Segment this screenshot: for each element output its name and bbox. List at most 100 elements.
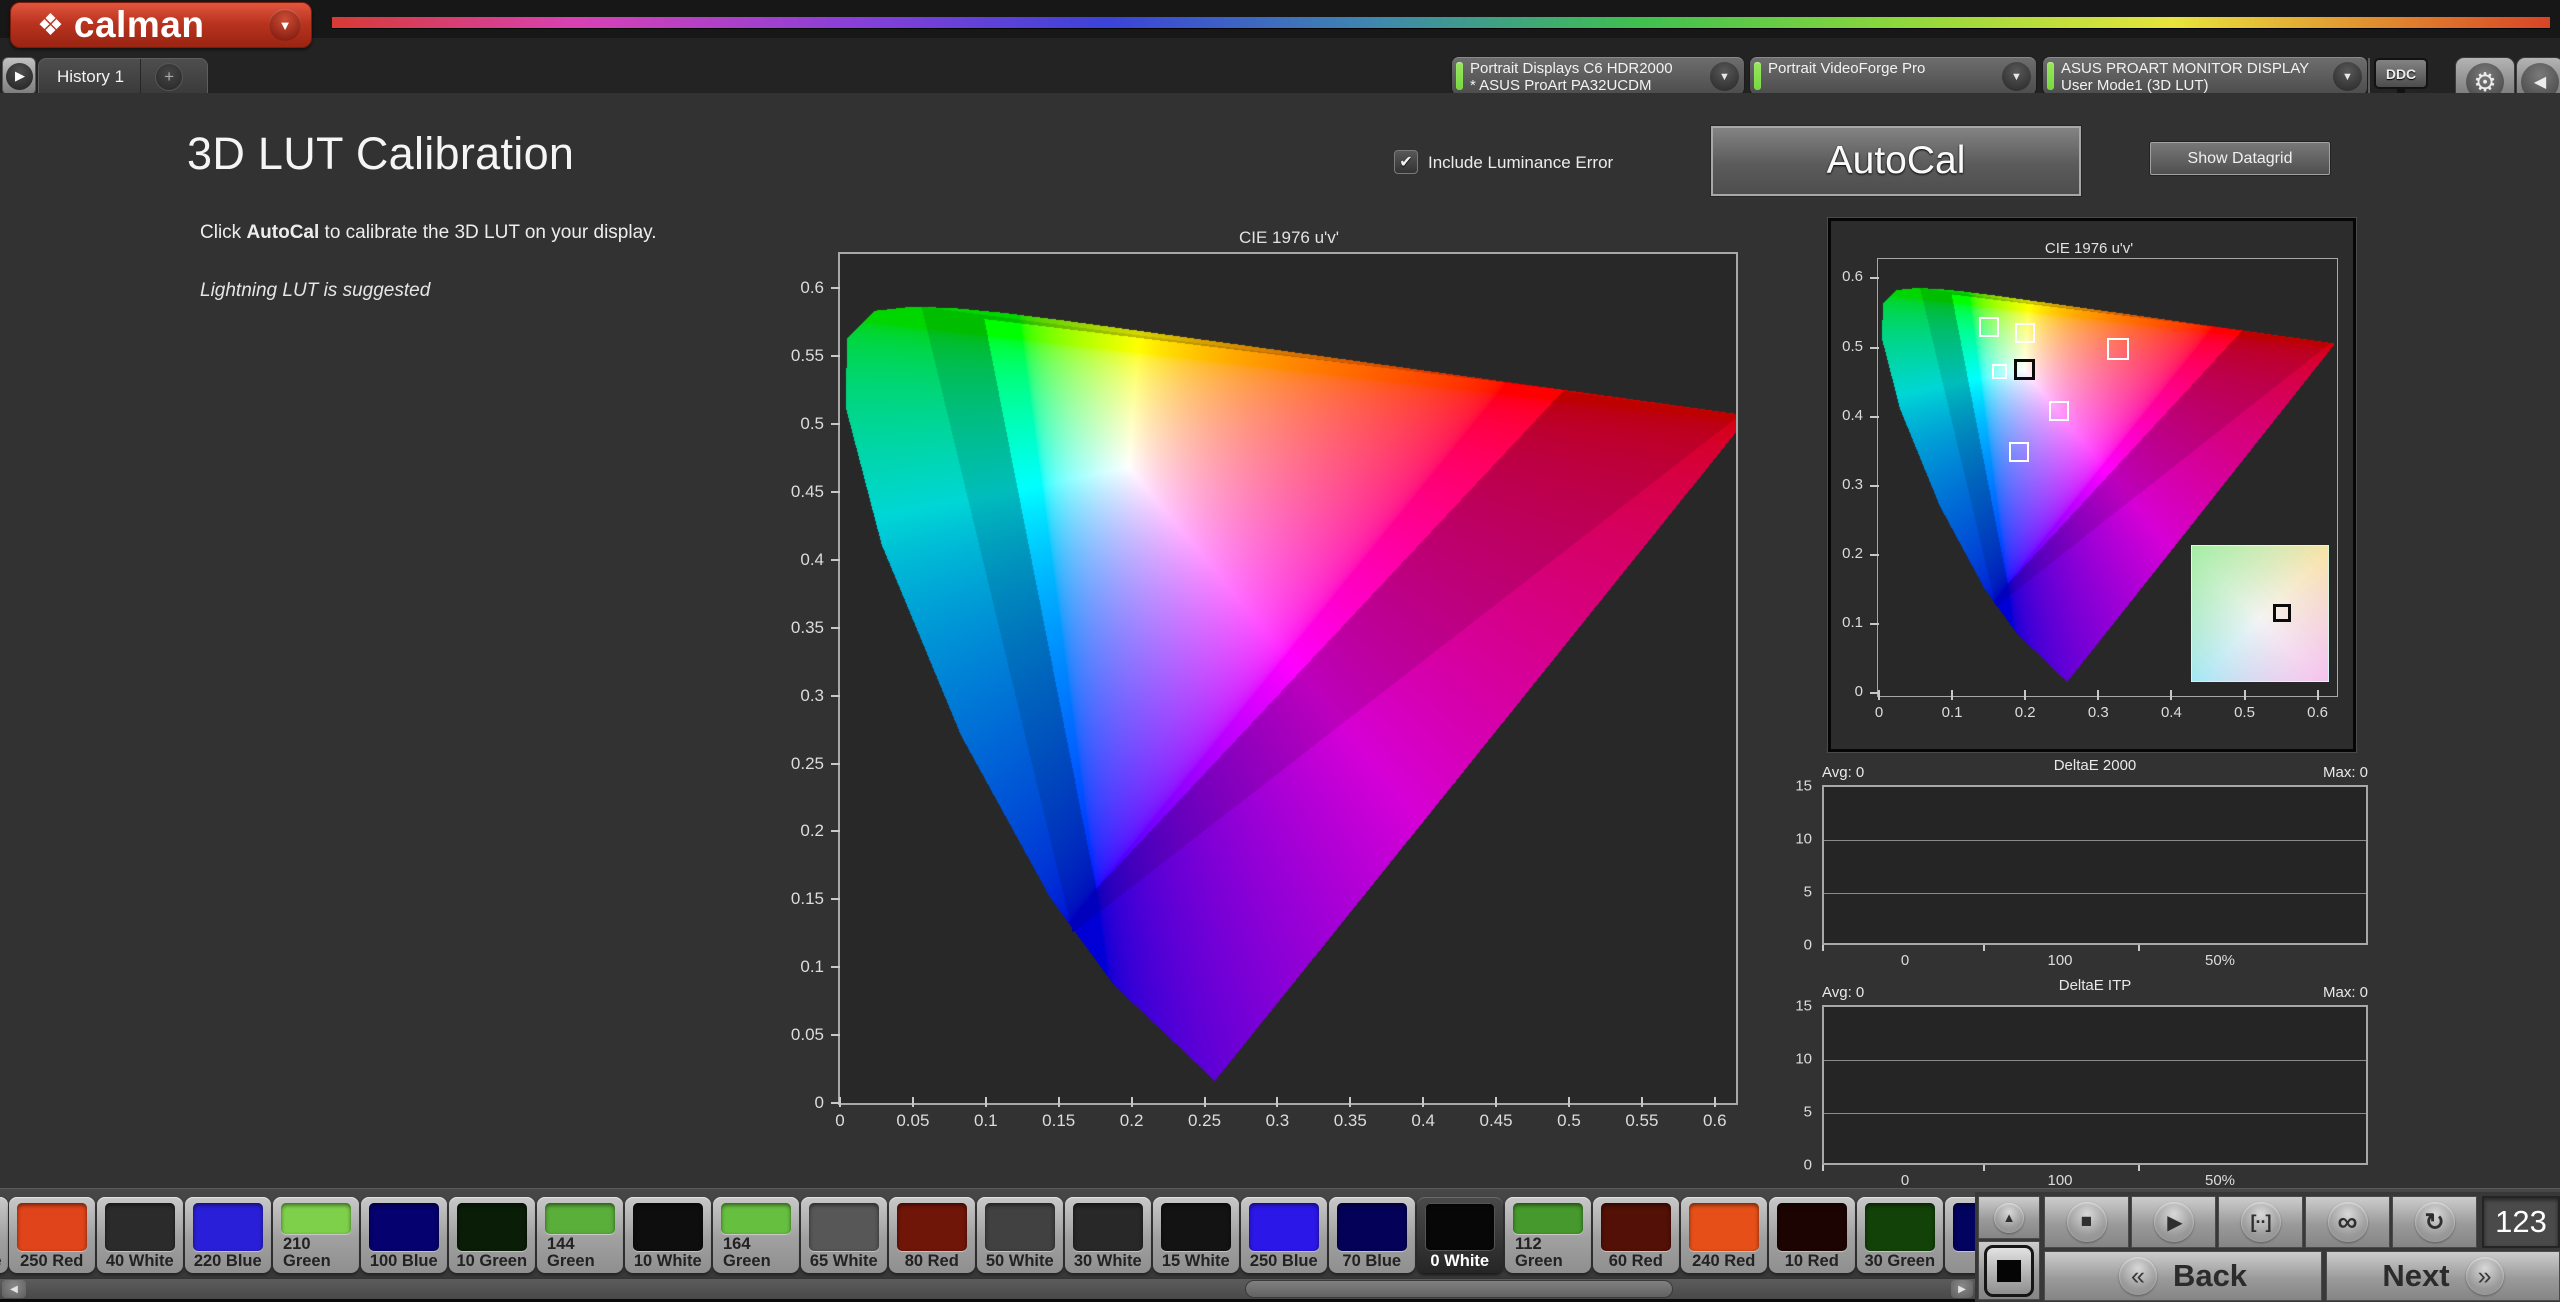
de2000-xdash xyxy=(1822,945,1824,951)
ddc-button[interactable]: DDC xyxy=(2374,58,2428,96)
measurement-point xyxy=(2049,400,2070,421)
y-tick-label: 0.05 xyxy=(790,1025,824,1045)
pattern-swatch[interactable]: 10 Red xyxy=(1769,1197,1855,1273)
display-dropdown[interactable]: ASUS PROART MONITOR DISPLAY User Mode1 (… xyxy=(2043,57,2367,95)
swatch-label: 164 Green xyxy=(723,1235,771,1270)
loop-button[interactable]: ↻ xyxy=(2392,1196,2477,1248)
scrollbar-thumb[interactable] xyxy=(1245,1280,1673,1298)
de2000-ytick: 5 xyxy=(1803,883,1812,901)
pattern-swatch[interactable]: 112 Green xyxy=(1505,1197,1591,1273)
scroll-right-button[interactable]: ▶ xyxy=(1951,1280,1973,1298)
pattern-swatch[interactable]: 70 Blue xyxy=(1329,1197,1415,1273)
tab-history-1[interactable]: History 1 + xyxy=(38,58,208,94)
x-tick-label: 0.2 xyxy=(1119,1111,1144,1130)
calman-logo-text: calman xyxy=(73,4,205,45)
y-tick xyxy=(1870,277,1879,280)
y-tick-label: 0.3 xyxy=(800,685,824,705)
display-dropdown-text: ASUS PROART MONITOR DISPLAY User Mode1 (… xyxy=(2061,60,2309,94)
scroll-left-button[interactable]: ◀ xyxy=(2,1280,26,1298)
add-tab-button[interactable]: + xyxy=(155,62,184,91)
swatch-color-patch xyxy=(1249,1203,1319,1251)
continuous-measure-button[interactable]: ∞ xyxy=(2305,1196,2390,1248)
play-icon: ▶ xyxy=(2153,1202,2194,1242)
include-luminance-error-label: Include Luminance Error xyxy=(1428,153,1614,172)
pattern-swatch[interactable]: 10 White xyxy=(625,1197,711,1273)
pattern-window-icon xyxy=(1984,1244,2034,1297)
y-tick-label: 0.1 xyxy=(1842,613,1863,631)
pattern-swatch[interactable]: 210 Green xyxy=(273,1197,359,1273)
x-tick xyxy=(1640,1097,1643,1107)
source-dropdown[interactable]: Portrait VideoForge Pro ▼ xyxy=(1750,57,2036,95)
y-tick xyxy=(831,626,840,629)
x-tick-label: 0.1 xyxy=(1941,704,1963,721)
pattern-window-button[interactable] xyxy=(1978,1241,2040,1300)
x-tick xyxy=(984,1097,987,1107)
pattern-swatch[interactable]: 164 Green xyxy=(713,1197,799,1273)
swatch-label: 40 White xyxy=(105,1252,174,1270)
pattern-swatch[interactable]: 240 Red xyxy=(1681,1197,1767,1273)
y-tick xyxy=(831,558,840,561)
x-tick xyxy=(2170,690,2173,700)
loop-icon: ↻ xyxy=(2414,1202,2455,1242)
pattern-swatch[interactable]: 30 Green xyxy=(1857,1197,1943,1273)
next-button[interactable]: Next » xyxy=(2326,1251,2560,1301)
pattern-swatch[interactable]: e xyxy=(0,1197,8,1273)
measure-interval-icon: [··] xyxy=(2240,1202,2281,1242)
pattern-swatch[interactable]: 0 White xyxy=(1417,1197,1503,1273)
de2000-ytick: 15 xyxy=(1795,777,1812,795)
swatch-label: 10 White xyxy=(633,1252,702,1270)
y-tick-label: 0.15 xyxy=(790,889,824,909)
pattern-swatch[interactable]: 250 Blue xyxy=(1241,1197,1327,1273)
whitepoint-measurement-point xyxy=(2273,603,2292,622)
swatch-label: 50 White xyxy=(985,1252,1054,1270)
show-datagrid-button[interactable]: Show Datagrid xyxy=(2150,142,2330,175)
pattern-swatch[interactable]: 80 Red xyxy=(889,1197,975,1273)
pattern-swatch[interactable]: 50 White xyxy=(977,1197,1063,1273)
chevron-down-icon: ▼ xyxy=(2333,62,2362,91)
display-line1: ASUS PROART MONITOR DISPLAY xyxy=(2061,59,2310,77)
back-button[interactable]: « Back xyxy=(2044,1251,2322,1301)
scroll-left-icon: ◀ xyxy=(10,1283,18,1295)
expand-pattern-bar-button[interactable]: ▲ xyxy=(1978,1196,2040,1239)
include-luminance-error-checkbox[interactable]: ✔ xyxy=(1394,150,1418,174)
autocal-button[interactable]: AutoCal xyxy=(1711,126,2081,196)
pattern-scrollbar[interactable] xyxy=(0,1278,1975,1301)
instruction-text: Click AutoCal to calibrate the 3D LUT on… xyxy=(200,222,657,244)
pattern-swatch[interactable]: 60 Red xyxy=(1593,1197,1679,1273)
swatch-label: 250 Blue xyxy=(1249,1252,1318,1270)
y-tick-label: 0.5 xyxy=(1842,337,1863,355)
suggestion-text: Lightning LUT is suggested xyxy=(200,280,431,301)
y-tick-label: 0.45 xyxy=(790,481,824,501)
deitp-plot xyxy=(1822,1005,2368,1165)
toolbar-divider xyxy=(2368,58,2370,93)
cie-main-plot xyxy=(838,252,1738,1105)
swatch-label: 144 Green xyxy=(547,1235,595,1270)
pattern-swatch[interactable]: 40 White xyxy=(97,1197,183,1273)
y-tick xyxy=(831,898,840,901)
y-tick xyxy=(1870,692,1879,694)
rainbow-strip xyxy=(332,17,2550,28)
swatch-label: 15 White xyxy=(1161,1252,1230,1270)
swatch-label: 65 White xyxy=(809,1252,878,1270)
pattern-swatch[interactable]: 10 Green xyxy=(449,1197,535,1273)
calman-menu-button[interactable]: ❖ calman ▼ xyxy=(10,2,312,48)
source-line1: Portrait VideoForge Pro xyxy=(1768,60,1926,77)
play-button[interactable]: ▶ xyxy=(2131,1196,2216,1248)
pattern-swatch[interactable]: 30 White xyxy=(1065,1197,1151,1273)
session-play-button[interactable]: ▶ xyxy=(2,57,36,95)
y-tick xyxy=(1870,622,1879,625)
stop-button[interactable]: ■ xyxy=(2044,1196,2129,1248)
single-measure-button[interactable]: [··] xyxy=(2218,1196,2303,1248)
pattern-swatch[interactable]: 220 Blue xyxy=(185,1197,271,1273)
y-tick xyxy=(1870,553,1879,556)
swatch-color-patch xyxy=(17,1203,87,1251)
x-tick-label: 0.4 xyxy=(1411,1111,1435,1130)
y-tick-label: 0.6 xyxy=(1842,268,1863,286)
pattern-swatch[interactable]: 100 Blue xyxy=(361,1197,447,1273)
pattern-swatch[interactable]: 144 Green xyxy=(537,1197,623,1273)
pattern-swatch[interactable]: 15 White xyxy=(1153,1197,1239,1273)
pattern-swatch[interactable]: 65 White xyxy=(801,1197,887,1273)
meter-dropdown[interactable]: Portrait Displays C6 HDR2000 * ASUS ProA… xyxy=(1452,57,1744,95)
pattern-swatch[interactable]: 250 Red xyxy=(9,1197,95,1273)
chevrons-left-icon: « xyxy=(2118,1257,2157,1295)
